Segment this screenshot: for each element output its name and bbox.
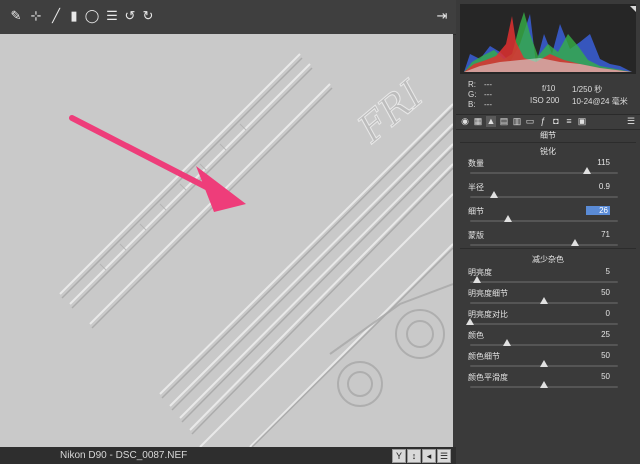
sharpen-label: 数量 [468, 159, 484, 168]
noise-label: 颜色 [468, 331, 484, 340]
tab-effects-icon[interactable]: ƒ [538, 116, 548, 127]
g-value: --- [484, 90, 492, 99]
noise-slider-row: 明亮度 5 [468, 267, 632, 287]
noise-slider-thumb[interactable] [540, 297, 548, 304]
sharpen-slider-thumb[interactable] [571, 239, 580, 246]
tab-snapshots-icon[interactable]: ▣ [577, 116, 587, 127]
lens-value: 10-24@24 毫米 [572, 97, 628, 106]
panel-menu-icon[interactable]: ☰ [626, 116, 636, 127]
adjustments-panel: R: --- G: --- B: --- f/10 1/250 秒 ISO 20… [456, 0, 640, 464]
radial-filter-icon[interactable]: ◯ [84, 8, 100, 24]
sharpen-slider-track[interactable] [470, 220, 618, 222]
divider [460, 248, 636, 249]
list-icon[interactable]: ☰ [104, 8, 120, 24]
noise-value-field[interactable]: 50 [590, 372, 610, 381]
noise-slider-thumb[interactable] [540, 360, 548, 367]
tab-lens-icon[interactable]: ▭ [525, 116, 535, 127]
status-bar: Nikon D90 - DSC_0087.NEF Y ↕ ◂ ☰ [0, 447, 456, 464]
toolbar: ✎ ⊹ ╱ ▮ ◯ ☰ ↺ ↻ ⇥ [0, 0, 456, 35]
b-label: B: [468, 100, 476, 109]
b-value: --- [484, 100, 492, 109]
tab-split-toning-icon[interactable]: ▥ [512, 116, 522, 127]
sharpen-slider-row: 蒙版 71 [468, 230, 632, 250]
sharpen-slider-thumb[interactable] [582, 167, 591, 174]
sharpen-slider-thumb[interactable] [504, 215, 513, 222]
r-value: --- [484, 80, 492, 89]
noise-slider-thumb[interactable] [540, 381, 548, 388]
rotate-cw-icon[interactable]: ↻ [140, 8, 156, 24]
histogram [460, 4, 636, 74]
noise-slider-track[interactable] [470, 323, 618, 325]
tab-hsl-icon[interactable]: ▤ [499, 116, 509, 127]
iso-value: ISO 200 [530, 96, 560, 105]
sharpen-value-field[interactable]: 115 [590, 158, 610, 167]
noise-label: 颜色平滑度 [468, 373, 508, 382]
image-preview[interactable]: FRI [0, 34, 453, 447]
sharpen-value-field[interactable]: 26 [586, 206, 610, 215]
rotate-ccw-icon[interactable]: ↺ [122, 8, 138, 24]
tab-tone-curve-icon[interactable]: ▦ [473, 116, 483, 127]
shutter-value: 1/250 秒 [572, 85, 603, 94]
noise-slider-thumb[interactable] [466, 318, 474, 325]
noise-value-field[interactable]: 5 [590, 267, 610, 276]
embossed-architecture-image: FRI [0, 34, 453, 447]
before-after-toggle-button[interactable]: Y [392, 449, 406, 463]
sharpen-slider-track[interactable] [470, 244, 618, 246]
sharpen-slider-row: 细节 26 [468, 206, 632, 226]
r-label: R: [468, 80, 476, 89]
brush-icon[interactable]: ╱ [48, 8, 64, 24]
copy-settings-button[interactable]: ◂ [422, 449, 436, 463]
panel-tabs: ◉ ▦ ▲ ▤ ▥ ▭ ƒ ◘ ≡ ▣ ☰ [456, 114, 640, 130]
noise-slider-thumb[interactable] [473, 276, 482, 283]
tab-basic-icon[interactable]: ◉ [460, 116, 470, 127]
adjustment-brush-icon[interactable]: ✎ [8, 8, 24, 24]
tab-presets-icon[interactable]: ≡ [564, 116, 574, 127]
aperture-value: f/10 [542, 84, 556, 93]
pixel-info: R: --- G: --- B: --- f/10 1/250 秒 ISO 20… [460, 78, 636, 112]
preferences-button[interactable]: ☰ [437, 449, 451, 463]
sharpen-slider-track[interactable] [470, 172, 618, 174]
graduated-filter-icon[interactable]: ▮ [66, 8, 82, 24]
noise-slider-thumb[interactable] [503, 339, 511, 346]
noise-value-field[interactable]: 25 [590, 330, 610, 339]
noise-value-field[interactable]: 50 [590, 351, 610, 360]
noise-slider-row: 颜色平滑度 50 [468, 372, 632, 392]
noise-slider-row: 颜色细节 50 [468, 351, 632, 371]
noise-label: 明亮度细节 [468, 289, 508, 298]
tab-detail-icon[interactable]: ▲ [486, 116, 496, 127]
tab-camera-calibration-icon[interactable]: ◘ [551, 116, 561, 127]
noise-value-field[interactable]: 50 [590, 288, 610, 297]
noise-label: 明亮度对比 [468, 310, 508, 319]
sharpen-value-field[interactable]: 71 [590, 230, 610, 239]
sharpen-slider-row: 半径 0.9 [468, 182, 632, 202]
noise-slider-row: 颜色 25 [468, 330, 632, 350]
sharpen-label: 细节 [468, 207, 484, 216]
noise-slider-track[interactable] [470, 344, 618, 346]
divider [460, 142, 636, 143]
g-label: G: [468, 90, 477, 99]
noise-value-field[interactable]: 0 [590, 309, 610, 318]
swap-settings-button[interactable]: ↕ [407, 449, 421, 463]
noise-reduction-title: 减少杂色 [532, 255, 564, 264]
sharpen-label: 蒙版 [468, 231, 484, 240]
noise-label: 颜色细节 [468, 352, 500, 361]
sharpen-title: 锐化 [540, 147, 556, 156]
export-icon[interactable]: ⇥ [434, 8, 450, 24]
noise-slider-row: 明亮度对比 0 [466, 309, 632, 329]
sharpen-value-field[interactable]: 0.9 [590, 182, 610, 191]
filename-label: Nikon D90 - DSC_0087.NEF [60, 450, 188, 461]
noise-slider-row: 明亮度细节 50 [468, 288, 632, 308]
spot-removal-icon[interactable]: ⊹ [28, 8, 44, 24]
sharpen-slider-thumb[interactable] [489, 191, 498, 198]
panel-title: 细节 [540, 131, 556, 140]
sharpen-label: 半径 [468, 183, 484, 192]
sharpen-slider-row: 数量 115 [468, 158, 632, 178]
noise-slider-track[interactable] [470, 281, 618, 283]
